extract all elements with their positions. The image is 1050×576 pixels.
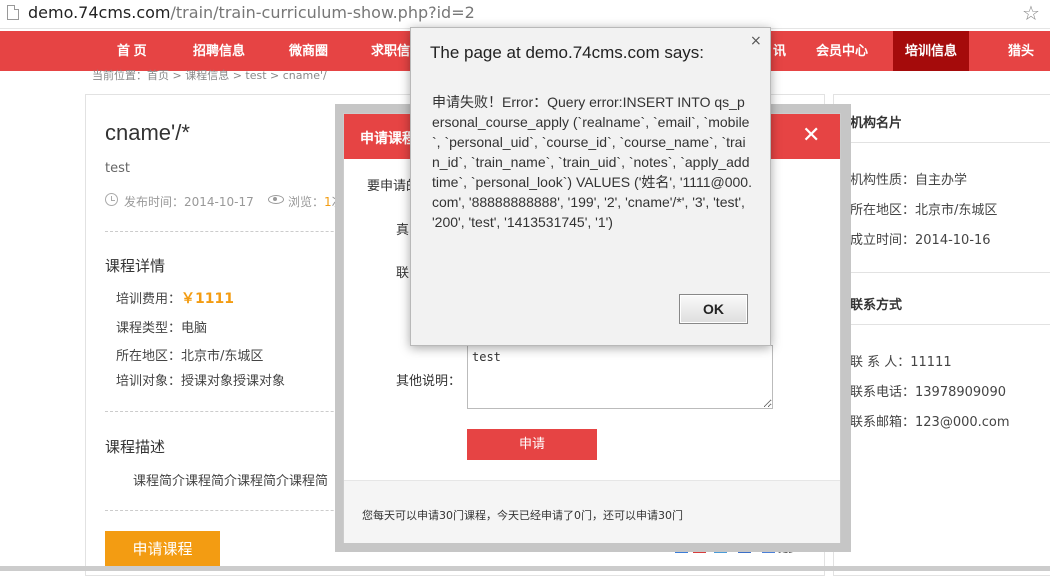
alert-message: 申请失败！Error：Query error:INSERT INTO qs_pe… [432,94,752,230]
address-bar[interactable]: demo.74cms.com/train/train-curriculum-sh… [0,0,1050,29]
nav-item-news[interactable]: 讯 [773,31,786,71]
course-desc: 课程简介课程简介课程简介课程简 [133,474,329,489]
contact-email: 联系邮箱：123@000.com [850,415,1010,430]
submit-button[interactable]: 申请 [467,429,597,460]
contact-label: 联 [396,266,410,281]
course-type: 课程类型：电脑 [116,321,208,336]
publish-date: 发布时间：2014-10-17 [124,195,254,209]
nav-item-headhunter[interactable]: 猎头 [1008,31,1034,71]
nav-item-job-seeking[interactable]: 求职信 [371,31,410,71]
notes-label: 其他说明： [396,374,462,389]
org-founded: 成立时间：2014-10-16 [850,233,991,248]
contact-phone: 联系电话：13978909090 [850,385,1006,400]
close-icon[interactable]: × [750,33,762,49]
fee-row: 培训费用：￥1111 [116,288,234,308]
alert-title: The page at demo.74cms.com says: [430,43,705,62]
ok-button[interactable]: OK [679,294,748,324]
notes-textarea[interactable]: test [467,345,773,409]
contact-heading: 联系方式 [850,297,903,312]
fee-value: ￥1111 [181,291,234,307]
star-icon[interactable]: ☆ [1022,1,1040,25]
url-domain: demo.74cms.com [28,3,171,22]
apply-course-button[interactable]: 申请课程 [105,531,220,567]
org-nature: 机构性质：自主办学 [850,173,968,188]
course-target: 培训对象：授课对象授课对象 [116,374,286,389]
org-region: 所在地区：北京市/东城区 [850,203,998,218]
clock-icon [105,193,118,206]
sidebar: 机构名片 机构性质：自主办学 所在地区：北京市/东城区 成立时间：2014-10… [833,94,1050,576]
eye-icon [268,195,284,204]
course-subtitle: test [105,161,130,176]
org-card-heading: 机构名片 [850,115,903,130]
course-region: 所在地区：北京市/东城区 [116,349,264,364]
breadcrumb: 当前位置：首页 > 课程信息 > test > cname'/ [92,69,327,82]
page-icon [7,5,19,20]
divider [834,142,1050,143]
name-label: 真 [396,223,410,238]
view-count-value: 1 [324,195,332,209]
divider [834,324,1050,325]
nav-item-home[interactable]: 首 页 [117,31,147,71]
nav-item-member-center[interactable]: 会员中心 [816,31,868,71]
quota-text: 您每天可以申请30门课程，今天已经申请了0门，还可以申请30门 [362,509,683,522]
close-icon[interactable]: ✕ [802,122,820,150]
url-text[interactable]: demo.74cms.com/train/train-curriculum-sh… [28,3,475,23]
fee-label: 培训费用： [116,292,182,307]
status-bar [0,566,1050,571]
details-heading: 课程详情 [105,257,166,275]
divider [834,272,1050,273]
nav-item-training[interactable]: 培训信息 [893,31,970,71]
nav-item-jobs[interactable]: 招聘信息 [193,31,245,71]
contact-person: 联 系 人：11111 [850,355,952,370]
modal-footer: 您每天可以申请30门课程，今天已经申请了0门，还可以申请30门 [344,480,840,543]
course-title: cname'/* [105,120,190,145]
nav-item-business-circle[interactable]: 微商圈 [289,31,328,71]
desc-heading: 课程描述 [105,438,166,456]
modal-title: 申请课程 [360,131,416,147]
alert-dialog: The page at demo.74cms.com says: × 申请失败！… [410,27,771,346]
view-count-label: 浏览： [288,195,325,209]
url-path: /train/train-curriculum-show.php?id=2 [170,3,475,22]
